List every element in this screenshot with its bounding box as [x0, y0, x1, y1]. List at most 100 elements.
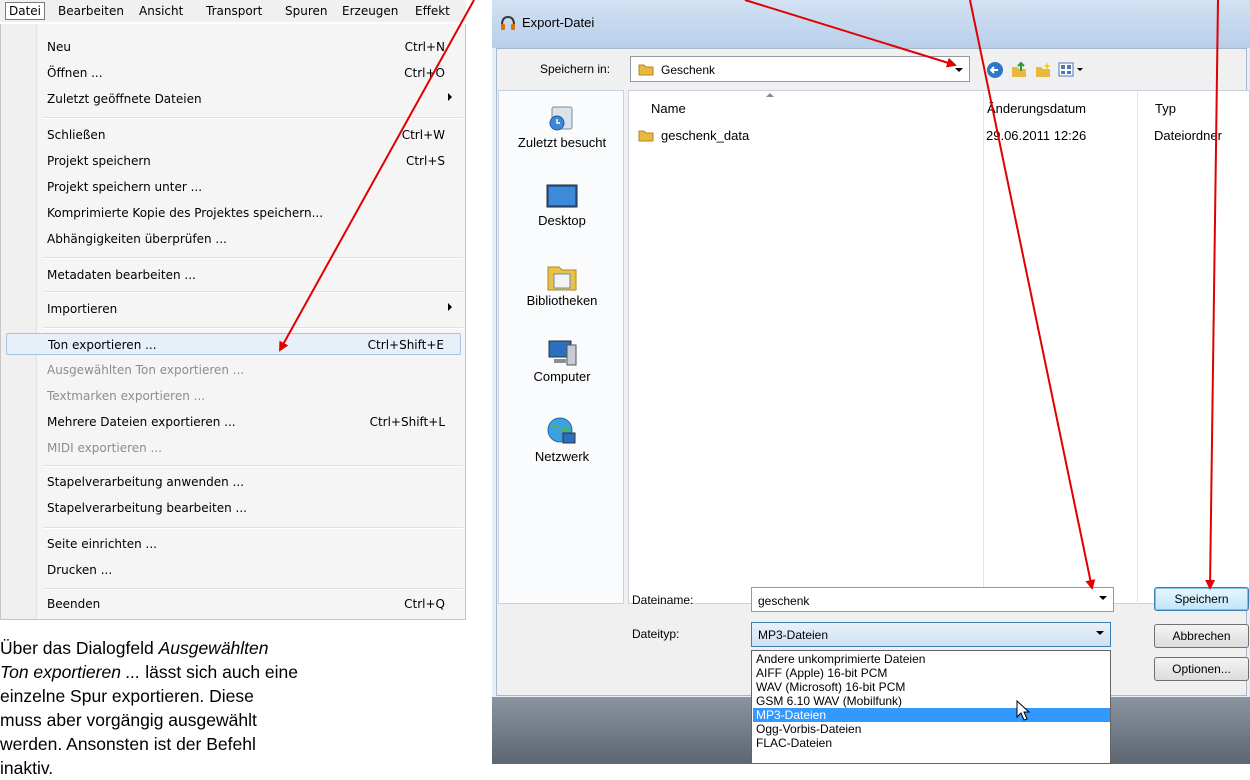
menu-item-label: Projekt speichern unter ...: [47, 180, 203, 194]
menu-item-mehrere-dateien-exportieren[interactable]: Mehrere Dateien exportieren ... Ctrl+Shif…: [6, 411, 461, 433]
menu-item-label: Beenden: [47, 597, 101, 611]
filetype-dropdown-list: Andere unkomprimierte Dateien AIFF (Appl…: [751, 650, 1111, 764]
menu-item-shortcut: Ctrl+N: [404, 40, 445, 54]
menu-item-metadaten[interactable]: Metadaten bearbeiten ...: [6, 264, 461, 286]
menu-item-schliessen[interactable]: Schließen Ctrl+W: [6, 124, 461, 146]
menu-item-projekt-speichern-unter[interactable]: Projekt speichern unter ...: [6, 176, 461, 198]
filetype-option-selected[interactable]: MP3-Dateien: [753, 708, 1110, 722]
folder-icon: [638, 130, 654, 142]
menu-erzeugen[interactable]: Erzeugen: [339, 3, 401, 19]
cancel-button[interactable]: Abbrechen: [1154, 624, 1249, 648]
place-computer[interactable]: Computer: [499, 337, 625, 384]
caption-text: Über das Dialogfeld Ausgewählten Ton exp…: [0, 636, 300, 780]
filetype-option[interactable]: FLAC-Dateien: [756, 736, 1110, 750]
column-divider: [983, 90, 984, 604]
menu-item-beenden[interactable]: Beenden Ctrl+Q: [6, 593, 461, 615]
menu-item-label: Ausgewählten Ton exportieren ...: [47, 363, 245, 377]
save-button[interactable]: Speichern: [1154, 587, 1249, 611]
menu-item-stapelverarbeitung-bearbeiten[interactable]: Stapelverarbeitung bearbeiten ...: [6, 497, 461, 519]
menu-item-label: Abhängigkeiten überprüfen ...: [47, 232, 227, 246]
filetype-option[interactable]: Andere unkomprimierte Dateien: [756, 652, 1110, 666]
filetype-option[interactable]: WAV (Microsoft) 16-bit PCM: [756, 680, 1110, 694]
menu-item-komprimierte-kopie[interactable]: Komprimierte Kopie des Projektes speiche…: [6, 202, 461, 224]
menu-item-label: Textmarken exportieren ...: [47, 389, 206, 403]
filetype-label: Dateityp:: [632, 627, 680, 641]
file-row[interactable]: geschenk_data 29.06.2011 12:26 Dateiordn…: [633, 125, 1243, 145]
filename-input[interactable]: geschenk: [751, 587, 1114, 612]
menu-transport[interactable]: Transport: [203, 3, 265, 19]
place-label: Bibliotheken: [526, 293, 598, 308]
menu-item-neu[interactable]: Neu Ctrl+N: [6, 36, 461, 58]
menu-item-seite-einrichten[interactable]: Seite einrichten ...: [6, 533, 461, 555]
menu-ansicht[interactable]: Ansicht: [136, 3, 186, 19]
menu-item-label: MIDI exportieren ...: [47, 441, 162, 455]
menu-bearbeiten[interactable]: Bearbeiten: [55, 3, 127, 19]
filetype-option[interactable]: AIFF (Apple) 16-bit PCM: [756, 666, 1110, 680]
submenu-arrow-icon: [448, 303, 452, 311]
menu-item-label: Öffnen ...: [47, 66, 103, 80]
place-zuletzt-besucht[interactable]: Zuletzt besucht: [499, 103, 625, 150]
file-name: geschenk_data: [661, 128, 750, 143]
caption-part-1: Über das Dialogfeld: [0, 638, 159, 658]
filetype-select[interactable]: MP3-Dateien: [751, 622, 1111, 647]
place-label: Computer: [533, 369, 591, 384]
filetype-option[interactable]: Ogg-Vorbis-Dateien: [756, 722, 1110, 736]
menu-separator: [43, 588, 463, 590]
menu-bar: Datei Bearbeiten Ansicht Transport Spure…: [0, 0, 466, 22]
menu-item-shortcut: Ctrl+Shift+L: [369, 415, 445, 429]
place-bibliotheken[interactable]: Bibliotheken: [499, 259, 625, 308]
navigation-toolbar: [986, 60, 1096, 80]
place-label: Zuletzt besucht: [517, 135, 607, 150]
new-folder-icon[interactable]: [1034, 61, 1052, 79]
menu-item-drucken[interactable]: Drucken ...: [6, 559, 461, 581]
menu-item-label: Neu: [47, 40, 71, 54]
file-menu-dropdown: [0, 24, 466, 620]
menu-item-shortcut: Ctrl+S: [405, 154, 445, 168]
view-menu-icon[interactable]: [1058, 61, 1086, 79]
column-divider: [1137, 90, 1138, 604]
filename-label: Dateiname:: [632, 593, 694, 607]
sort-asc-icon: [766, 93, 774, 97]
up-folder-icon[interactable]: [1010, 61, 1028, 79]
menu-datei[interactable]: Datei: [5, 2, 46, 20]
filetype-option[interactable]: GSM 6.10 WAV (Mobilfunk): [756, 694, 1110, 708]
menu-item-importieren[interactable]: Importieren: [6, 298, 461, 320]
place-label: Netzwerk: [534, 449, 590, 464]
menu-item-oeffnen[interactable]: Öffnen ... Ctrl+O: [6, 62, 461, 84]
menu-separator: [43, 291, 463, 293]
menu-item-shortcut: Ctrl+Shift+E: [367, 338, 444, 352]
menu-item-ton-exportieren[interactable]: Ton exportieren ... Ctrl+Shift+E: [6, 333, 461, 355]
menu-item-shortcut: Ctrl+W: [401, 128, 445, 142]
place-desktop[interactable]: Desktop: [499, 181, 625, 228]
save-in-value: Geschenk: [661, 63, 716, 77]
column-header-type[interactable]: Typ: [1155, 101, 1176, 116]
libraries-icon: [547, 266, 577, 291]
desktop-icon: [546, 184, 578, 208]
menu-item-ausgewaehlten-ton-exportieren: Ausgewählten Ton exportieren ...: [6, 359, 461, 381]
filetype-value: MP3-Dateien: [758, 628, 829, 642]
menu-item-projekt-speichern[interactable]: Projekt speichern Ctrl+S: [6, 150, 461, 172]
menu-item-label: Komprimierte Kopie des Projektes speiche…: [47, 206, 324, 220]
menu-item-zuletzt-geoeffnet[interactable]: Zuletzt geöffnete Dateien: [6, 88, 461, 110]
place-netzwerk[interactable]: Netzwerk: [499, 415, 625, 464]
column-header-date[interactable]: Änderungsdatum: [987, 101, 1086, 116]
back-icon[interactable]: [986, 61, 1004, 79]
menu-effekt[interactable]: Effekt: [412, 3, 453, 19]
save-in-select[interactable]: Geschenk: [630, 56, 970, 82]
menu-item-stapelverarbeitung-anwenden[interactable]: Stapelverarbeitung anwenden ...: [6, 471, 461, 493]
mouse-cursor-icon: [1016, 700, 1031, 721]
column-header-name[interactable]: Name: [651, 101, 686, 116]
menu-item-label: Metadaten bearbeiten ...: [47, 268, 196, 282]
menu-spuren[interactable]: Spuren: [282, 3, 331, 19]
options-button[interactable]: Optionen...: [1154, 657, 1249, 681]
menu-item-abhaengigkeiten[interactable]: Abhängigkeiten überprüfen ...: [6, 228, 461, 250]
menu-item-shortcut: Ctrl+O: [404, 66, 445, 80]
filename-value: geschenk: [758, 594, 810, 608]
save-in-label: Speichern in:: [540, 62, 611, 76]
chevron-down-icon: [1099, 596, 1107, 600]
file-date: 29.06.2011 12:26: [986, 128, 1087, 143]
places-bar: Zuletzt besucht Desktop Bibliotheken Com…: [498, 90, 624, 604]
headphones-icon: [501, 15, 515, 30]
menu-item-label: Seite einrichten ...: [47, 537, 157, 551]
menu-separator: [43, 465, 463, 467]
